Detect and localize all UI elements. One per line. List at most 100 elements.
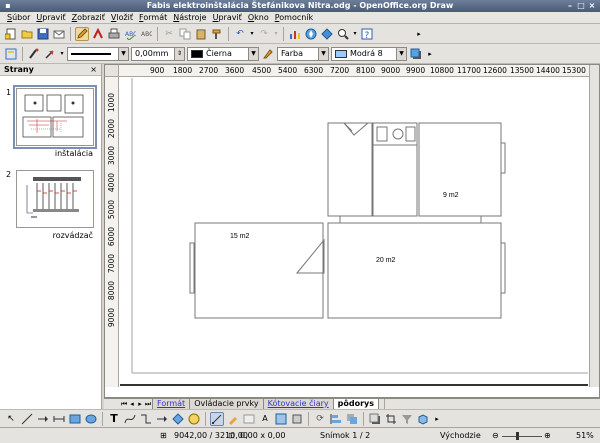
room-outline[interactable] <box>327 122 373 217</box>
vertical-scrollbar[interactable] <box>589 65 599 387</box>
fontwork-icon[interactable] <box>242 412 256 426</box>
redo-dropdown-icon[interactable]: ▾ <box>273 27 279 41</box>
line-tool-icon[interactable] <box>20 412 34 426</box>
arrow-style-icon[interactable] <box>43 47 57 61</box>
curve-icon[interactable] <box>123 412 137 426</box>
basic-shapes-icon[interactable] <box>171 412 185 426</box>
minimize-button[interactable]: – <box>565 1 575 11</box>
select-icon[interactable]: ↖ <box>4 412 18 426</box>
zoom-level[interactable]: 51% <box>576 431 594 441</box>
arrange-icon[interactable] <box>345 412 359 426</box>
room-outline[interactable] <box>372 122 418 146</box>
navigator-icon[interactable] <box>304 27 318 41</box>
edit-file-icon[interactable] <box>75 26 89 41</box>
autospell-icon[interactable]: ABC <box>139 27 153 41</box>
tab-last-icon[interactable]: ⏭ <box>144 399 152 409</box>
page-style[interactable]: Východzie <box>440 431 481 441</box>
zoom-icon[interactable] <box>336 27 350 41</box>
gallery-toggle-icon[interactable] <box>274 412 288 426</box>
tab-next-icon[interactable]: ▸ <box>136 399 144 409</box>
points-icon[interactable] <box>210 411 224 426</box>
room-outline-15m2[interactable] <box>194 222 324 319</box>
save-icon[interactable] <box>36 27 50 41</box>
toolbar-options-icon[interactable]: ▸ <box>427 47 433 61</box>
tab-first-icon[interactable]: ⏮ <box>120 399 128 409</box>
arrow-style-dropdown-icon[interactable]: ▾ <box>59 47 65 61</box>
print-icon[interactable] <box>107 27 121 41</box>
zoom-thumb[interactable] <box>516 432 519 440</box>
room-outline-9m2[interactable] <box>418 122 502 217</box>
zoom-in-icon[interactable]: ⊕ <box>544 431 551 441</box>
redo-icon[interactable]: ↷ <box>257 27 271 41</box>
menu-pomocnik[interactable]: Pomocník <box>272 12 316 24</box>
tab-prev-icon[interactable]: ◂ <box>128 399 136 409</box>
paste-icon[interactable] <box>194 27 208 41</box>
rotate-icon[interactable]: ⟳ <box>313 412 327 426</box>
menu-zobrazit[interactable]: Zobraziť <box>69 12 108 24</box>
gallery-icon[interactable] <box>320 27 334 41</box>
extrusion-icon[interactable] <box>290 412 304 426</box>
undo-icon[interactable]: ↶ <box>233 27 247 41</box>
copy-icon[interactable] <box>178 27 192 41</box>
line-icon[interactable] <box>27 47 41 61</box>
dimension-line-icon[interactable] <box>52 412 66 426</box>
line-style-select[interactable]: ▼ <box>67 46 129 61</box>
horizontal-scrollbar[interactable] <box>384 399 600 409</box>
spellcheck-icon[interactable]: ABC <box>123 27 137 41</box>
styles-icon[interactable] <box>4 47 18 61</box>
zoom-out-icon[interactable]: ⊖ <box>492 431 499 441</box>
glue-points-icon[interactable] <box>226 412 240 426</box>
window-menu-icon[interactable]: ▪ <box>3 1 13 11</box>
export-pdf-icon[interactable] <box>91 27 105 41</box>
chart-icon[interactable] <box>288 27 302 41</box>
toolbar-options-icon[interactable]: ▸ <box>416 27 422 41</box>
symbol-shapes-icon[interactable] <box>187 412 201 426</box>
help-icon[interactable]: ? <box>360 27 374 41</box>
open-icon[interactable] <box>20 27 34 41</box>
drawing-canvas[interactable]: 9 m2 15 m2 20 m2 <box>120 78 588 386</box>
toolbar-options-icon[interactable]: ▸ <box>434 412 440 426</box>
horizontal-ruler[interactable]: 900 1800 2700 3600 4500 5400 6300 7200 8… <box>119 65 589 77</box>
line-color-select[interactable]: Čierna ▼ <box>187 46 259 61</box>
zoom-dropdown-icon[interactable]: ▾ <box>352 27 358 41</box>
page-thumbnail-2[interactable] <box>16 170 94 228</box>
line-width-field[interactable]: 0,00mm ⇕ <box>131 46 185 61</box>
close-panel-button[interactable]: × <box>90 64 97 76</box>
menu-format[interactable]: Formát <box>136 12 170 24</box>
text-tool-icon[interactable]: T <box>107 412 121 426</box>
area-icon[interactable] <box>261 47 275 61</box>
ellipse-icon[interactable] <box>84 412 98 426</box>
area-color-select[interactable]: Modrá 8 ▼ <box>331 46 407 61</box>
room-outline[interactable] <box>372 144 418 217</box>
3d-toggle-icon[interactable] <box>416 412 430 426</box>
connector-icon[interactable] <box>139 412 153 426</box>
zoom-slider[interactable]: ⊖ ⊕ <box>492 431 552 441</box>
shadow-toggle-icon[interactable] <box>368 412 382 426</box>
tab-format[interactable]: Formát <box>152 398 191 409</box>
cut-icon[interactable]: ✂ <box>162 27 176 41</box>
mail-icon[interactable] <box>52 27 66 41</box>
menu-upravit[interactable]: Upraviť <box>33 12 68 24</box>
crop-icon[interactable] <box>384 412 398 426</box>
menu-vlozit[interactable]: Vložiť <box>108 12 136 24</box>
vertical-ruler[interactable]: 1000 2000 3000 4000 5000 6000 7000 8000 … <box>105 77 119 387</box>
tab-ovladacie-prvky[interactable]: Ovládacie prvky <box>189 398 264 409</box>
menu-nastroje[interactable]: Nástroje <box>170 12 209 24</box>
menu-subor[interactable]: Súbor <box>4 12 33 24</box>
close-window-button[interactable]: × <box>587 1 597 11</box>
filter-icon[interactable] <box>400 412 414 426</box>
ruler-corner[interactable] <box>105 65 119 77</box>
tab-kotovacie-ciary[interactable]: Kótovacie čiary <box>262 398 334 409</box>
shadow-icon[interactable] <box>409 47 423 61</box>
area-style-select[interactable]: Farba ▼ <box>277 46 329 61</box>
from-file-icon[interactable]: A <box>258 412 272 426</box>
page-thumbnail-1[interactable] <box>13 85 97 149</box>
undo-dropdown-icon[interactable]: ▾ <box>249 27 255 41</box>
line-arrow-icon[interactable] <box>36 412 50 426</box>
menu-okno[interactable]: Okno <box>245 12 272 24</box>
rectangle-icon[interactable] <box>68 412 82 426</box>
maximize-button[interactable]: □ <box>576 1 586 11</box>
room-outline-20m2[interactable] <box>327 222 502 319</box>
tab-podorys[interactable]: pôdorys <box>332 398 380 409</box>
menu-upravit-2[interactable]: Upraviť <box>210 12 245 24</box>
